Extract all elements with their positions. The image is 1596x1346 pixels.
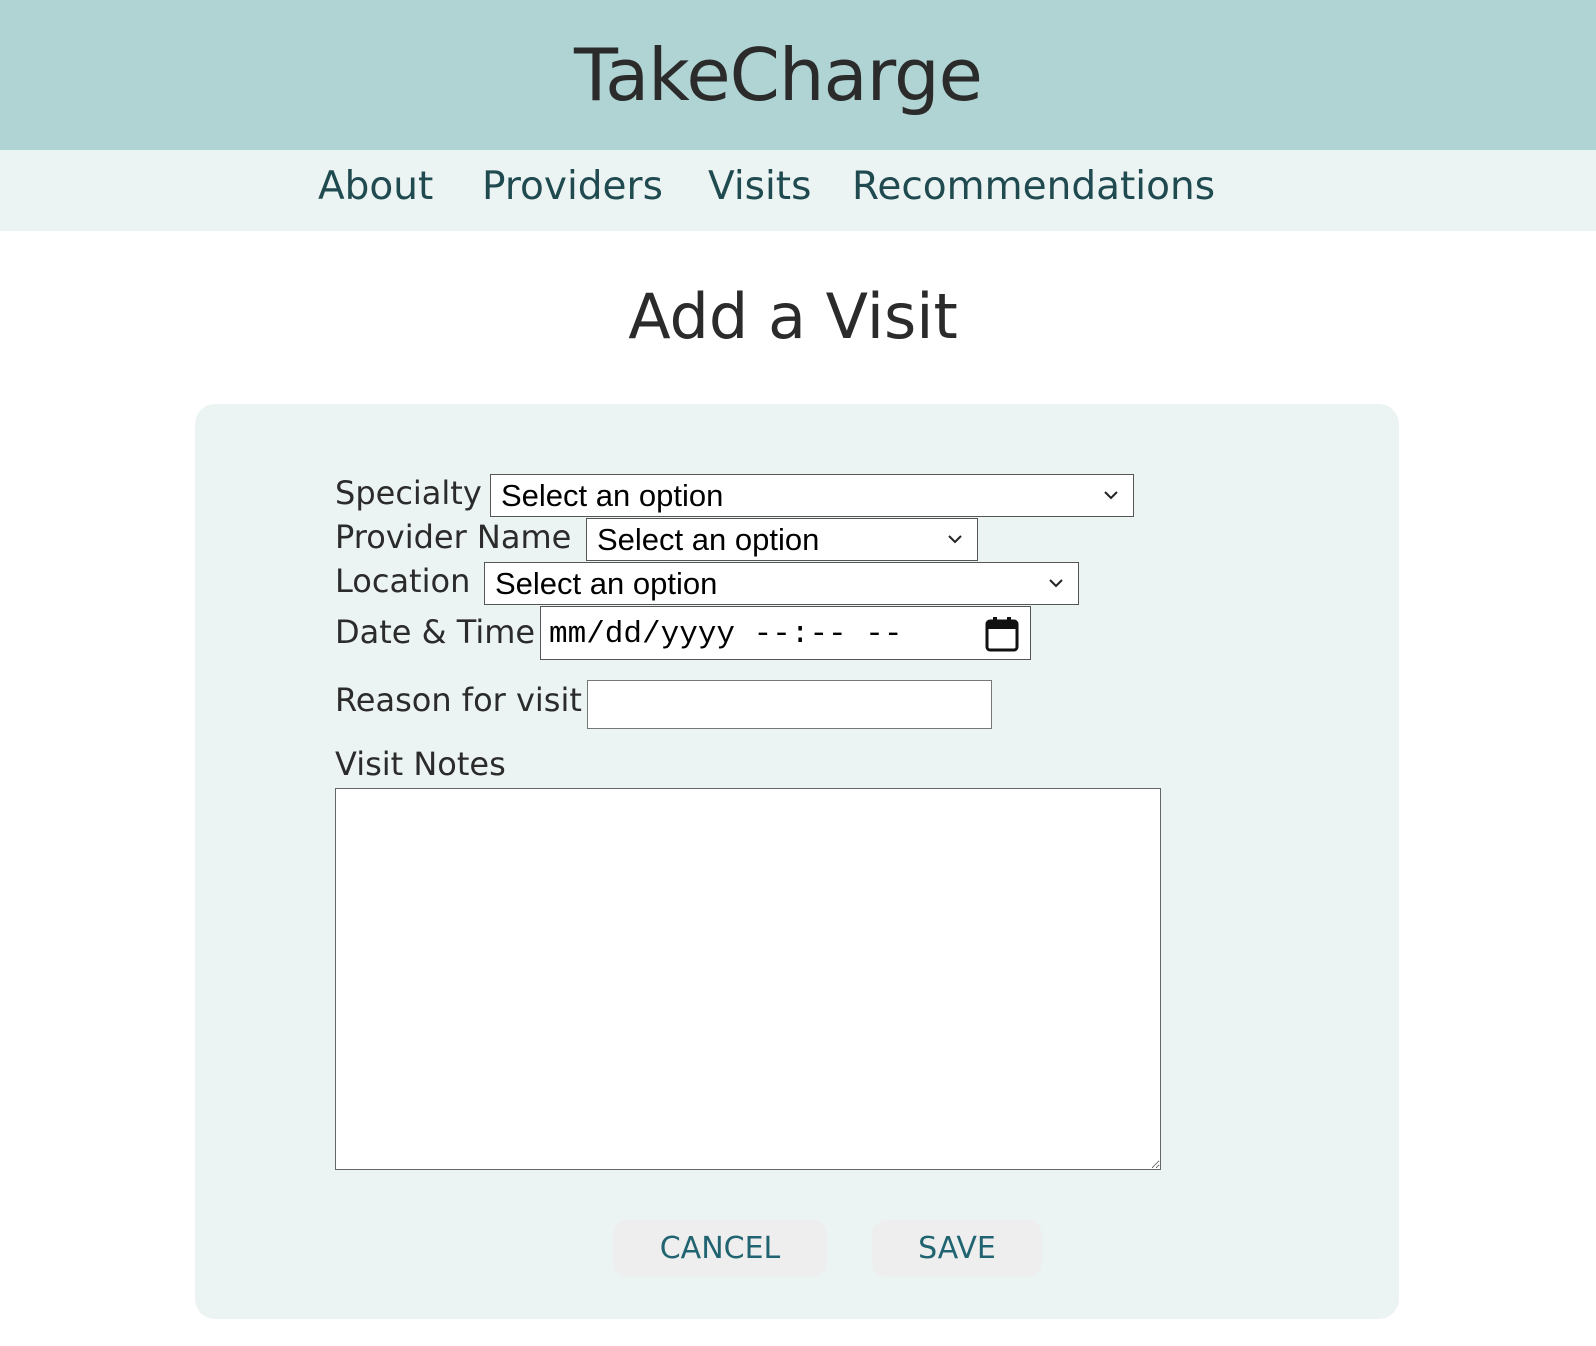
page-title-wrap: Add a Visit	[0, 280, 1596, 353]
app-header: TakeCharge	[0, 0, 1596, 150]
chevron-down-icon	[948, 535, 962, 544]
location-select-value: Select an option	[495, 566, 718, 601]
date-time-label: Date & Time	[335, 613, 536, 651]
reason-label: Reason for visit	[335, 681, 582, 719]
main-nav: About Providers Visits Recommendations	[0, 150, 1596, 231]
cancel-button[interactable]: CANCEL	[613, 1220, 827, 1277]
provider-name-label: Provider Name	[335, 518, 572, 556]
nav-item-visits[interactable]: Visits	[708, 164, 811, 209]
date-time-placeholder: mm/dd/yyyy --:-- --	[549, 617, 903, 652]
nav-item-providers[interactable]: Providers	[482, 164, 663, 209]
provider-name-select[interactable]: Select an option	[586, 518, 978, 561]
app-title: TakeCharge	[574, 33, 983, 117]
location-label: Location	[335, 562, 471, 600]
visit-notes-textarea[interactable]	[335, 788, 1161, 1170]
nav-item-about[interactable]: About	[318, 164, 433, 209]
chevron-down-icon	[1049, 579, 1063, 588]
save-button[interactable]: SAVE	[872, 1220, 1042, 1277]
specialty-label: Specialty	[335, 474, 482, 512]
specialty-select[interactable]: Select an option	[490, 474, 1134, 517]
date-time-input[interactable]: mm/dd/yyyy --:-- --	[540, 606, 1031, 660]
location-select[interactable]: Select an option	[484, 562, 1079, 605]
add-visit-form: Specialty Select an option Provider Name…	[195, 404, 1399, 1319]
chevron-down-icon	[1104, 491, 1118, 500]
calendar-icon[interactable]	[985, 616, 1019, 652]
nav-item-recommendations[interactable]: Recommendations	[852, 164, 1215, 209]
specialty-select-value: Select an option	[501, 478, 724, 513]
page-title: Add a Visit	[628, 280, 958, 353]
visit-notes-label: Visit Notes	[335, 745, 506, 783]
provider-name-select-value: Select an option	[597, 522, 820, 557]
reason-input[interactable]	[587, 680, 992, 729]
